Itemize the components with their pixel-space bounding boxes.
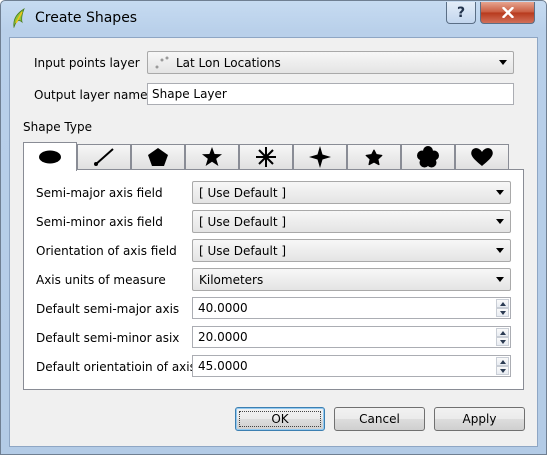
default-semi-major-label: Default semi-major axis — [36, 302, 180, 316]
semi-major-field-select[interactable]: [ Use Default ] — [192, 181, 511, 204]
chevron-down-icon — [496, 277, 504, 282]
spin-up-icon[interactable] — [496, 328, 509, 337]
output-layer-value: Shape Layer — [152, 87, 227, 101]
star-icon — [202, 147, 222, 166]
semi-minor-field-value: [ Use Default ] — [199, 214, 287, 229]
chevron-down-icon — [496, 190, 504, 195]
tab-flower[interactable] — [401, 144, 455, 169]
ellipse-icon — [39, 150, 61, 164]
default-semi-minor-value: 20.0000 — [198, 330, 248, 344]
output-layer-label: Output layer name — [34, 88, 148, 102]
title-bar: Create Shapes ? — [1, 1, 546, 37]
tab-line[interactable] — [77, 144, 131, 169]
chevron-down-icon — [499, 60, 507, 65]
default-orientation-spinbox[interactable]: 45.0000 — [192, 355, 511, 377]
dialog-client-area: Input points layer Lat Lon Locations Out… — [9, 37, 538, 447]
help-button[interactable]: ? — [446, 2, 476, 24]
heart-icon — [471, 148, 493, 166]
line-icon — [94, 148, 114, 166]
orientation-field-value: [ Use Default ] — [199, 243, 287, 258]
semi-major-field-label: Semi-major axis field — [36, 186, 163, 200]
output-layer-input[interactable]: Shape Layer — [147, 83, 514, 105]
default-semi-major-value: 40.0000 — [198, 301, 248, 315]
units-value: Kilometers — [199, 272, 264, 287]
spin-down-icon[interactable] — [496, 366, 509, 375]
spin-down-icon[interactable] — [496, 337, 509, 346]
spin-up-icon[interactable] — [496, 299, 509, 308]
semi-major-field-value: [ Use Default ] — [199, 185, 287, 200]
default-orientation-value: 45.0000 — [198, 359, 248, 373]
default-semi-minor-spinbox[interactable]: 20.0000 — [192, 326, 511, 348]
spin-up-icon[interactable] — [496, 357, 509, 366]
orientation-field-select[interactable]: [ Use Default ] — [192, 239, 511, 262]
point-layer-icon — [155, 56, 169, 68]
chevron-down-icon — [496, 248, 504, 253]
cancel-button-label: Cancel — [359, 412, 400, 426]
close-icon — [501, 7, 514, 18]
input-layer-label: Input points layer — [34, 56, 140, 70]
tab-ellipse[interactable] — [23, 142, 77, 171]
apply-button-label: Apply — [462, 412, 497, 426]
flower-icon — [417, 146, 439, 168]
units-label: Axis units of measure — [36, 273, 166, 287]
ellipse-options-panel: Semi-major axis field [ Use Default ] Se… — [23, 169, 524, 390]
four-point-star-icon — [309, 146, 331, 168]
chevron-down-icon — [496, 219, 504, 224]
asterisk-icon — [256, 147, 276, 167]
tab-heart[interactable] — [455, 144, 509, 169]
spin-down-icon[interactable] — [496, 308, 509, 317]
apply-button[interactable]: Apply — [434, 407, 525, 431]
orientation-field-label: Orientation of axis field — [36, 244, 177, 258]
tab-four-point-star[interactable] — [293, 144, 347, 169]
units-select[interactable]: Kilometers — [192, 268, 511, 291]
qgis-app-icon — [13, 8, 25, 28]
ok-button[interactable]: OK — [235, 407, 325, 431]
help-icon: ? — [456, 4, 466, 21]
tab-pentagon[interactable] — [131, 144, 185, 169]
semi-minor-field-label: Semi-minor axis field — [36, 215, 163, 229]
tab-star[interactable] — [185, 144, 239, 169]
close-button[interactable] — [480, 2, 535, 24]
tab-small-star[interactable] — [347, 144, 401, 169]
shape-type-label: Shape Type — [23, 120, 92, 134]
pentagon-icon — [148, 148, 168, 166]
default-orientation-label: Default orientatioin of axis — [36, 360, 196, 374]
default-semi-minor-label: Default semi-minor asix — [36, 331, 180, 345]
small-star-icon — [365, 149, 383, 165]
dialog-window: Create Shapes ? Input points layer Lat L… — [0, 0, 547, 455]
input-layer-select[interactable]: Lat Lon Locations — [147, 51, 514, 74]
window-title: Create Shapes — [35, 10, 138, 26]
semi-minor-field-select[interactable]: [ Use Default ] — [192, 210, 511, 233]
cancel-button[interactable]: Cancel — [334, 407, 425, 431]
input-layer-value: Lat Lon Locations — [176, 55, 281, 70]
default-semi-major-spinbox[interactable]: 40.0000 — [192, 297, 511, 319]
tab-asterisk[interactable] — [239, 144, 293, 169]
